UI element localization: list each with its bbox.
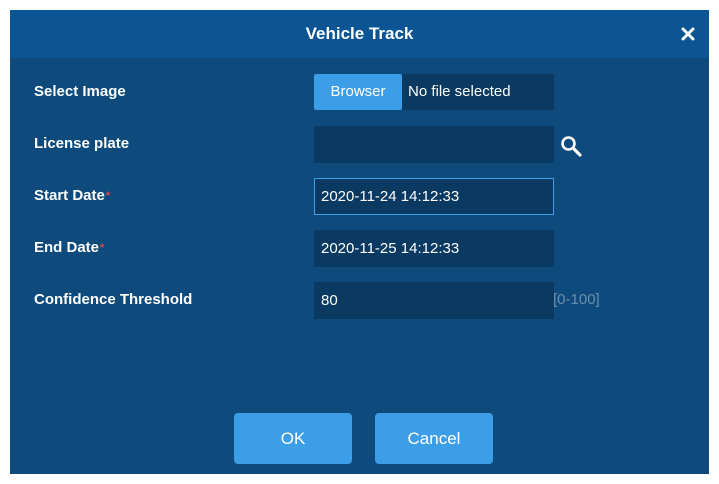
license-plate-input[interactable] — [314, 126, 554, 163]
confidence-range-hint: [0-100] — [553, 291, 600, 308]
end-date-label: End Date* — [34, 230, 104, 266]
license-plate-label: License plate — [34, 135, 130, 152]
required-marker: * — [105, 190, 111, 202]
browse-button[interactable]: Browser — [314, 74, 402, 110]
ok-button[interactable]: OK — [234, 413, 352, 464]
confidence-threshold-input[interactable]: 80 — [314, 282, 554, 319]
cancel-button[interactable]: Cancel — [375, 413, 493, 464]
file-status-text: No file selected — [408, 83, 511, 100]
select-image-label: Select Image — [34, 83, 126, 100]
end-date-input[interactable]: 2020-11-25 14:12:33 — [314, 230, 554, 267]
vehicle-track-dialog: Vehicle Track Select Image Browser No fi… — [10, 10, 709, 474]
search-icon[interactable] — [559, 134, 583, 158]
start-date-input[interactable]: 2020-11-24 14:12:33 — [314, 178, 554, 215]
start-date-label: Start Date* — [34, 178, 110, 214]
start-date-label-text: Start Date — [34, 187, 105, 204]
confidence-threshold-label: Confidence Threshold — [34, 291, 193, 308]
close-icon[interactable] — [677, 23, 699, 45]
file-picker[interactable]: Browser No file selected — [314, 74, 554, 110]
required-marker: * — [100, 242, 105, 254]
dialog-title: Vehicle Track — [305, 24, 414, 43]
end-date-label-text: End Date — [34, 239, 100, 256]
dialog-titlebar: Vehicle Track — [10, 10, 709, 58]
